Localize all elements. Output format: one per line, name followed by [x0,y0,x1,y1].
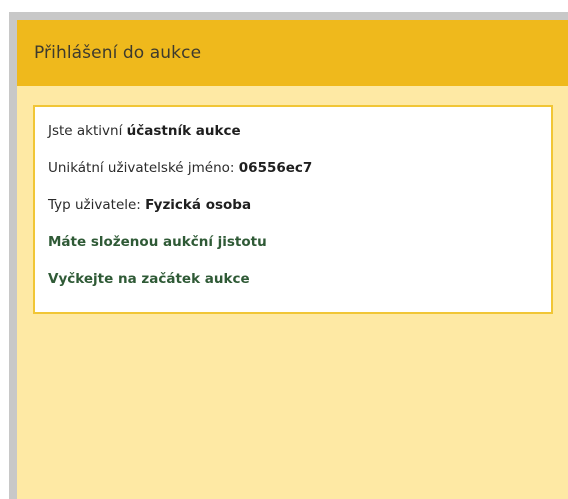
participant-status-line: Jste aktivní účastník aukce [48,121,538,158]
panel-header: Přihlášení do aukce [17,20,568,86]
auction-login-panel: Přihlášení do aukce Jste aktivní účastní… [17,20,568,499]
frame-top [0,0,568,12]
user-type-label: Typ uživatele: [48,197,141,213]
deposit-status-text: Máte složenou aukční jistotu [48,234,267,250]
user-type-value: Fyzická osoba [145,197,252,213]
participant-status-label: Jste aktivní [48,123,123,139]
wait-for-start-text: Vyčkejte na začátek aukce [48,271,250,287]
username-label: Unikátní uživatelské jméno: [48,160,235,176]
username-value: 06556ec7 [238,160,313,176]
user-type-line: Typ uživatele: Fyzická osoba [48,195,538,232]
panel-title: Přihlášení do aukce [34,43,202,63]
participant-status-value: účastník aukce [126,123,241,139]
participant-info-box: Jste aktivní účastník aukce Unikátní uži… [33,105,553,314]
frame-top-border [9,12,568,20]
frame-left-border [9,12,17,499]
username-line: Unikátní uživatelské jméno: 06556ec7 [48,158,538,195]
